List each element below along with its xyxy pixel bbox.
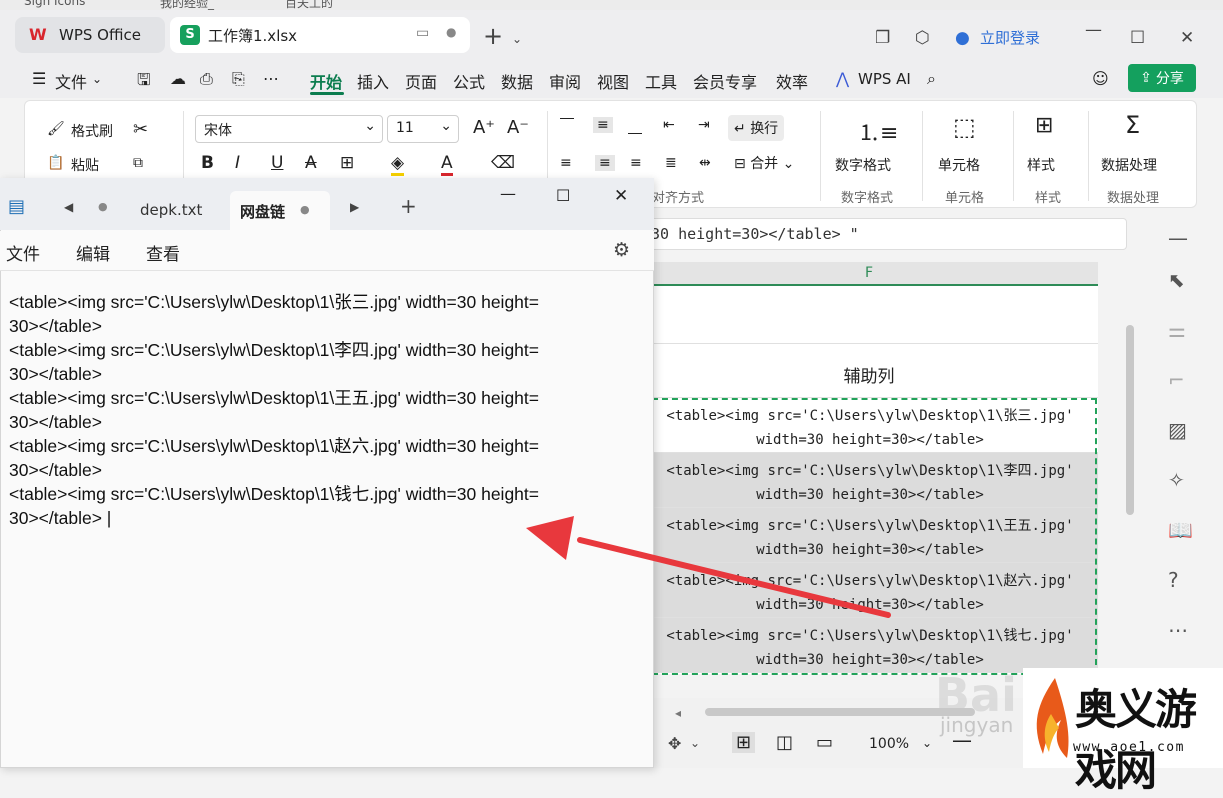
site-url: www.aoe1.com	[1073, 740, 1185, 755]
red-arrow-annotation	[526, 516, 891, 618]
site-name: 奥义游戏网	[1075, 685, 1197, 795]
jingyan-watermark: jingyan	[940, 713, 1014, 737]
flame-logo-icon	[1036, 678, 1069, 758]
